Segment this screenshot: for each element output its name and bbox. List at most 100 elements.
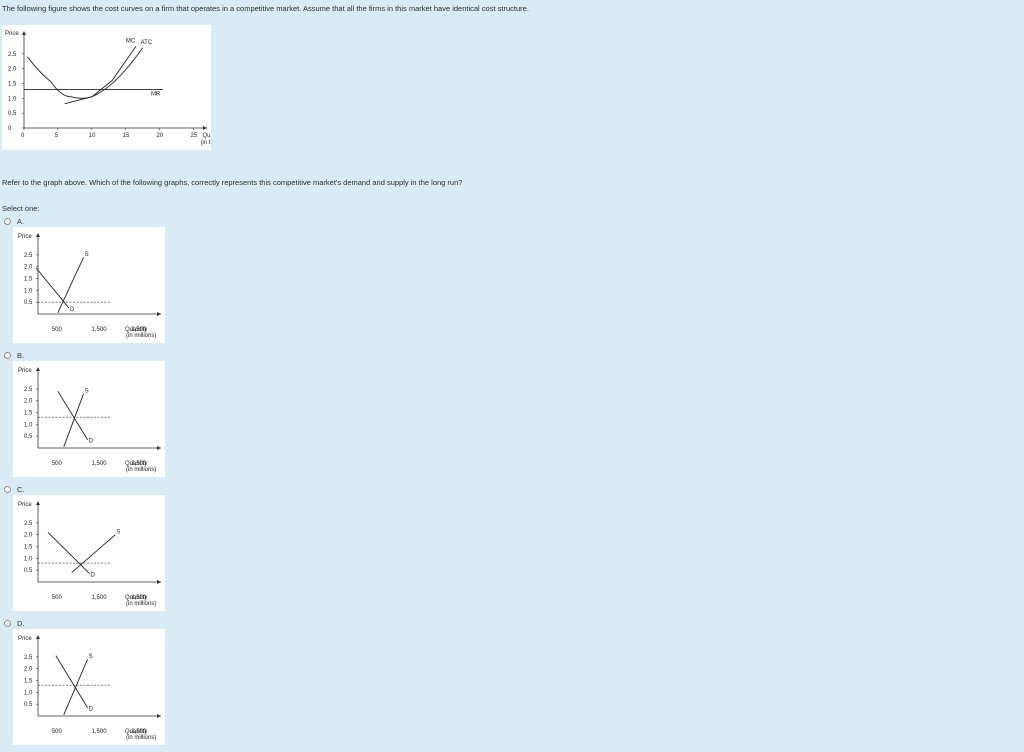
mc-curve	[64, 46, 137, 105]
mr-label: MR	[151, 91, 161, 97]
demand-label: D	[89, 707, 94, 713]
x-axis-sublabel: (in millions)	[126, 601, 156, 607]
y-tick-label: 0.5	[24, 568, 33, 574]
y-axis-arrow	[36, 501, 40, 505]
x-tick-label: 500	[52, 327, 63, 333]
y-tick-label: 0.5	[24, 300, 33, 306]
y-tick-label: 2.0	[8, 67, 17, 73]
select-one-label: Select one:	[2, 204, 40, 213]
supply-label: S	[89, 654, 93, 660]
x-axis-sublabel: (in millions)	[126, 333, 156, 339]
y-tick-label: 1.5	[24, 545, 33, 551]
y-tick-label: 2.5	[24, 655, 33, 661]
option-b-chart: Price 0.5 1.0 1.5 2.0 2.5 500 1,500 2,500 Quantit…	[13, 361, 165, 477]
y-tick-label: 0.5	[24, 702, 33, 708]
y-tick-label: 2.5	[24, 387, 33, 393]
option-a-radio[interactable]	[4, 217, 11, 225]
atc-label: ATC	[141, 40, 153, 46]
demand-curve	[57, 390, 88, 440]
supply-label: S	[116, 530, 120, 536]
y-tick-label: 0.5	[24, 434, 33, 440]
x-tick-label: 1,500	[92, 729, 108, 735]
option-d[interactable]: D.	[4, 618, 25, 628]
y-tick-label: 1.5	[24, 277, 33, 283]
y-tick-label: 2.5	[24, 521, 33, 527]
x-tick-label: 5	[55, 133, 59, 139]
y-tick-label: 2.0	[24, 667, 33, 673]
y-tick-label: 1.5	[24, 411, 33, 417]
option-a[interactable]: A.	[4, 216, 24, 226]
x-axis-sublabel: (in thousands)	[200, 140, 211, 146]
demand-label: D	[89, 439, 94, 445]
y-axis-arrow	[22, 31, 26, 35]
firm-cost-chart: Price 0 0.5 1.0 1.5 2.0 2.5 0 5 10 15 20 25 Quantity(…	[2, 25, 211, 150]
supply-curve	[63, 393, 85, 447]
option-b[interactable]: B.	[4, 350, 24, 360]
option-c[interactable]: C.	[4, 484, 25, 494]
y-axis-arrow	[36, 367, 40, 371]
y-tick-label: 2.0	[24, 399, 33, 405]
y-axis-arrow	[36, 635, 40, 639]
option-b-radio[interactable]	[4, 351, 11, 359]
y-tick-label: 1.0	[24, 288, 33, 294]
y-axis-arrow	[36, 233, 40, 237]
demand-label: D	[91, 573, 96, 579]
x-axis-sublabel: (in millions)	[126, 467, 156, 473]
y-axis-label: Price	[5, 31, 19, 37]
question-prompt: Refer to the graph above. Which of the f…	[2, 178, 463, 187]
y-tick-label: 1.0	[24, 556, 33, 562]
x-tick-label: 25	[190, 133, 197, 139]
y-tick-label: 2.0	[24, 533, 33, 539]
y-axis-label: Price	[18, 502, 32, 508]
demand-label: D	[70, 307, 75, 313]
x-tick-label: 20	[157, 133, 164, 139]
y-tick-label: 1.5	[8, 82, 17, 88]
supply-curve	[57, 257, 85, 314]
atc-curve	[27, 47, 143, 99]
x-tick-label: 15	[123, 133, 130, 139]
option-d-chart: Price 0.5 1.0 1.5 2.0 2.5 500 1,500 2,500 Quantit…	[13, 629, 165, 745]
x-tick-label: 10	[89, 133, 96, 139]
x-tick-label: 1,500	[92, 595, 108, 601]
x-axis-sublabel: (in millions)	[126, 735, 156, 741]
option-c-label: C.	[17, 484, 25, 494]
option-d-label: D.	[17, 618, 25, 628]
y-tick-label: 0.5	[8, 111, 17, 117]
option-a-chart: Price 0.5 1.0 1.5 2.0 2.5 500 1,500 2,500 Quantit…	[13, 227, 165, 343]
demand-curve	[47, 531, 90, 575]
x-tick-label: 0	[21, 133, 25, 139]
x-axis-label: Quantity	[202, 133, 211, 139]
option-c-radio[interactable]	[4, 485, 11, 493]
y-tick-label: 2.5	[24, 253, 33, 259]
option-c-chart: Price 0.5 1.0 1.5 2.0 2.5 500 1,500 2,500 Quantit…	[13, 495, 165, 611]
x-axis-arrow	[157, 714, 161, 718]
x-axis-arrow	[157, 446, 161, 450]
demand-curve	[55, 655, 88, 708]
y-tick-label: 0	[8, 126, 12, 132]
supply-label: S	[85, 389, 89, 395]
y-axis-label: Price	[18, 636, 32, 642]
option-a-label: A.	[17, 216, 25, 226]
question-intro: The following figure shows the cost curv…	[2, 4, 529, 13]
x-tick-label: 1,500	[92, 327, 108, 333]
y-tick-label: 2.5	[8, 52, 17, 58]
y-tick-label: 1.0	[8, 96, 17, 102]
y-tick-label: 1.0	[24, 690, 33, 696]
option-d-radio[interactable]	[4, 619, 11, 627]
supply-label: S	[85, 252, 89, 258]
y-axis-label: Price	[18, 234, 32, 240]
y-tick-label: 1.0	[24, 422, 33, 428]
y-tick-label: 1.5	[24, 679, 33, 685]
x-tick-label: 1,500	[92, 461, 108, 467]
y-tick-label: 2.0	[24, 265, 33, 271]
mc-label: MC	[126, 38, 136, 44]
x-tick-label: 500	[52, 461, 63, 467]
supply-curve	[71, 534, 116, 573]
x-axis-arrow	[157, 580, 161, 584]
x-tick-label: 500	[52, 729, 63, 735]
x-tick-label: 500	[52, 595, 63, 601]
option-b-label: B.	[17, 350, 25, 360]
x-axis-arrow	[157, 312, 161, 316]
y-axis-label: Price	[18, 368, 32, 374]
supply-curve	[63, 659, 89, 715]
